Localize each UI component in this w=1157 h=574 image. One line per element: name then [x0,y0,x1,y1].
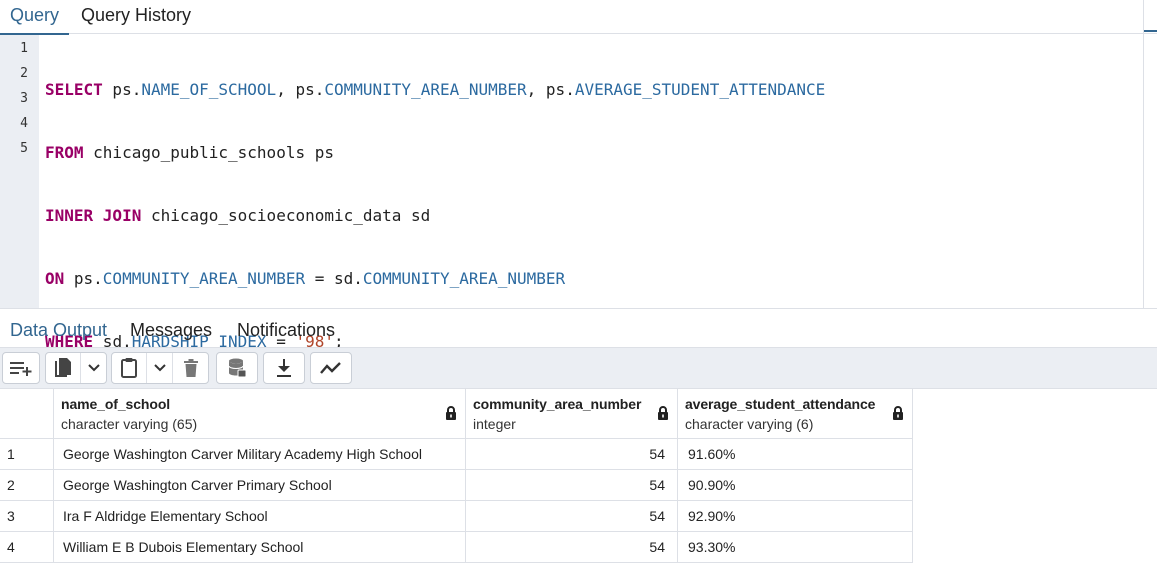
line-number: 4 [20,116,28,131]
delete-icon [183,359,198,377]
line-number: 1 [20,41,28,56]
row-number-header[interactable] [0,389,54,439]
lock-icon [893,406,903,420]
save-data-button[interactable] [217,353,257,383]
copy-icon [55,358,71,377]
cell-name-of-school[interactable]: George Washington Carver Primary School [54,470,466,501]
cell-average-student-attendance[interactable]: 90.90% [678,470,913,501]
graph-visualiser-button[interactable] [311,353,351,383]
tab-query[interactable]: Query [0,0,70,35]
copy-button[interactable] [46,353,80,383]
column-name: community_area_number [473,396,642,412]
column-name: average_student_attendance [685,396,876,412]
editor-scrollbar[interactable] [1143,0,1157,308]
cell-name-of-school[interactable]: George Washington Carver Military Academ… [54,439,466,470]
cell-average-student-attendance[interactable]: 93.30% [678,532,913,563]
add-row-icon [10,362,32,376]
tab-notifications[interactable]: Notifications [237,315,335,347]
cell-community-area-number[interactable]: 54 [466,532,678,563]
column-type: integer [473,416,516,432]
query-tabs: Query Query History [0,0,1157,35]
tab-query-history[interactable]: Query History [81,0,191,32]
code-line: SELECT ps.NAME_OF_SCHOOL, ps.COMMUNITY_A… [45,80,826,99]
save-data-icon [228,358,247,378]
sql-editor[interactable]: 1 2 3 4 5 SELECT ps.NAME_OF_SCHOOL, ps.C… [0,35,1143,351]
line-number-gutter: 1 2 3 4 5 [0,35,39,308]
data-output-toolbar [0,348,1157,389]
cell-average-student-attendance[interactable]: 91.60% [678,439,913,470]
add-row-group [2,352,40,384]
download-group [263,352,305,384]
download-icon [277,359,291,377]
graph-group [310,352,352,384]
download-button[interactable] [264,353,304,383]
cell-community-area-number[interactable]: 54 [466,470,678,501]
code-line: FROM chicago_public_schools ps [45,143,334,162]
lock-icon [446,406,456,420]
paste-options-button[interactable] [146,353,172,383]
cell-name-of-school[interactable]: Ira F Aldridge Elementary School [54,501,466,532]
code-line: ON ps.COMMUNITY_AREA_NUMBER = sd.COMMUNI… [45,269,566,288]
cell-community-area-number[interactable]: 54 [466,439,678,470]
column-type: character varying (65) [61,416,198,432]
output-tabs: Data Output Messages Notifications [0,308,1157,353]
cell-community-area-number[interactable]: 54 [466,501,678,532]
graph-icon [320,362,341,374]
lock-icon [658,406,668,420]
column-name: name_of_school [61,396,171,412]
paste-button[interactable] [112,353,146,383]
add-row-button[interactable] [3,353,39,383]
line-number: 5 [20,141,28,156]
column-header-average-student-attendance[interactable]: average_student_attendance character var… [678,389,913,439]
line-number: 3 [20,91,28,106]
row-number[interactable]: 4 [0,532,54,563]
column-header-community-area-number[interactable]: community_area_number integer [466,389,678,439]
copy-group [45,352,107,384]
paste-icon [121,358,137,378]
row-number[interactable]: 2 [0,470,54,501]
column-header-name-of-school[interactable]: name_of_school character varying (65) [54,389,466,439]
save-data-group [216,352,258,384]
chevron-down-icon [87,364,100,372]
copy-options-button[interactable] [80,353,106,383]
row-number[interactable]: 1 [0,439,54,470]
delete-button[interactable] [172,353,208,383]
tab-messages[interactable]: Messages [130,315,212,347]
chevron-down-icon [153,364,166,372]
paste-delete-group [111,352,209,384]
column-type: character varying (6) [685,416,814,432]
tab-data-output[interactable]: Data Output [0,315,120,353]
code-line: INNER JOIN chicago_socioeconomic_data sd [45,206,431,225]
row-number[interactable]: 3 [0,501,54,532]
cell-average-student-attendance[interactable]: 92.90% [678,501,913,532]
line-number: 2 [20,66,28,81]
cell-name-of-school[interactable]: William E B Dubois Elementary School [54,532,466,563]
